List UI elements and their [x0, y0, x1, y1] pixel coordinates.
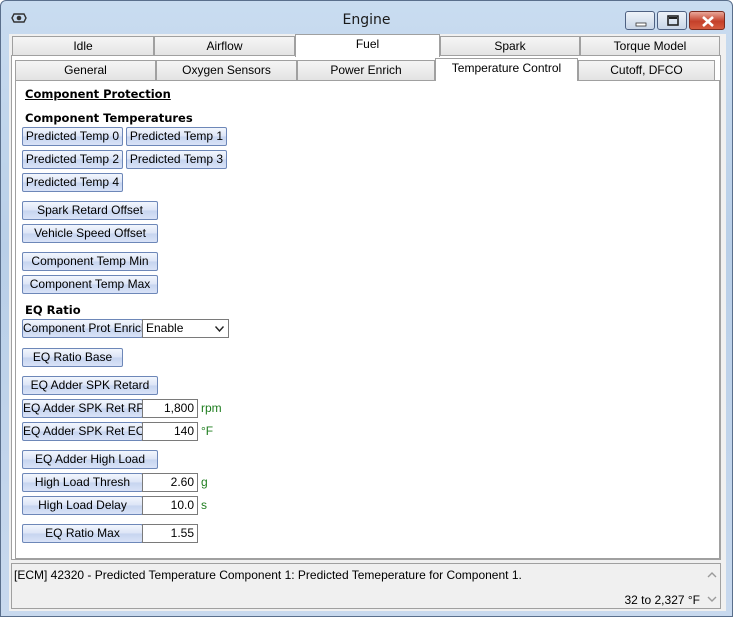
scroll-down-icon[interactable]: [706, 593, 718, 605]
spark-retard-offset-button[interactable]: Spark Retard Offset: [22, 201, 158, 220]
eq-adder-spk-ret-rpm-button[interactable]: EQ Adder SPK Ret RPM: [22, 399, 143, 418]
section-title: Component Protection: [25, 87, 171, 101]
eq-adder-spk-retard-button[interactable]: EQ Adder SPK Retard: [22, 376, 158, 395]
seconds-unit-label: s: [201, 498, 207, 512]
fuel-tab-panel: General Oxygen Sensors Power Enrich Temp…: [11, 55, 721, 560]
minimize-icon: [635, 22, 647, 27]
grams-unit-label: g: [201, 475, 208, 489]
predicted-temp-4-button[interactable]: Predicted Temp 4: [22, 173, 123, 192]
tab-temperature-control[interactable]: Temperature Control: [435, 58, 578, 81]
eq-ratio-max-button[interactable]: EQ Ratio Max: [22, 524, 143, 543]
chevron-down-icon: [215, 326, 224, 332]
tab-torque-model[interactable]: Torque Model: [580, 36, 720, 56]
eq-adder-spk-ret-ect-field[interactable]: 140: [142, 422, 198, 441]
high-load-delay-button[interactable]: High Load Delay: [22, 496, 143, 515]
component-prot-enrich-value: Enable: [146, 321, 184, 335]
eq-adder-spk-ret-rpm-field[interactable]: 1,800: [142, 399, 198, 418]
predicted-temp-3-button[interactable]: Predicted Temp 3: [126, 150, 227, 169]
high-load-thresh-field[interactable]: 2.60: [142, 473, 198, 492]
window-client: Idle Airflow Fuel Spark Torque Model Gen…: [9, 34, 726, 611]
component-temperatures-header: Component Temperatures: [25, 111, 193, 125]
close-icon: [702, 16, 714, 27]
high-load-thresh-button[interactable]: High Load Thresh: [22, 473, 143, 492]
eq-adder-high-load-button[interactable]: EQ Adder High Load: [22, 450, 158, 469]
component-prot-enrich-button[interactable]: Component Prot Enrich: [22, 319, 143, 338]
predicted-temp-0-button[interactable]: Predicted Temp 0: [22, 127, 123, 146]
vehicle-speed-offset-button[interactable]: Vehicle Speed Offset: [22, 224, 158, 243]
tab-fuel[interactable]: Fuel: [295, 34, 440, 57]
fahrenheit-unit-label: °F: [201, 424, 214, 438]
maximize-icon: [667, 15, 679, 26]
title-bar[interactable]: Engine: [1, 1, 732, 33]
predicted-temp-1-button[interactable]: Predicted Temp 1: [126, 127, 227, 146]
tab-airflow[interactable]: Airflow: [154, 36, 295, 56]
eq-ratio-max-field[interactable]: 1.55: [142, 524, 198, 543]
rpm-unit-label: rpm: [201, 401, 222, 415]
tab-general[interactable]: General: [15, 60, 156, 80]
tab-spark[interactable]: Spark: [440, 36, 580, 56]
close-button[interactable]: [689, 11, 725, 30]
component-temp-min-button[interactable]: Component Temp Min: [22, 252, 158, 271]
eq-ratio-header: EQ Ratio: [25, 303, 81, 317]
temperature-control-panel: Component Protection Component Temperatu…: [15, 80, 720, 559]
status-panel: [ECM] 42320 - Predicted Temperature Comp…: [11, 563, 721, 609]
tab-cutoff-dfco[interactable]: Cutoff, DFCO: [578, 60, 715, 80]
minimize-button[interactable]: [625, 11, 655, 30]
predicted-temp-2-button[interactable]: Predicted Temp 2: [22, 150, 123, 169]
tab-oxygen-sensors[interactable]: Oxygen Sensors: [156, 60, 297, 80]
scroll-up-icon[interactable]: [706, 569, 718, 581]
tab-power-enrich[interactable]: Power Enrich: [297, 60, 435, 80]
status-message: [ECM] 42320 - Predicted Temperature Comp…: [14, 568, 522, 582]
engine-window: Engine Idle Airflow Fuel Spark Torque Mo…: [0, 0, 733, 617]
high-load-delay-field[interactable]: 10.0: [142, 496, 198, 515]
eq-ratio-base-button[interactable]: EQ Ratio Base: [22, 348, 123, 367]
window-title: Engine: [342, 12, 391, 28]
maximize-button[interactable]: [657, 11, 687, 30]
status-range: 32 to 2,327 °F: [624, 593, 700, 607]
component-prot-enrich-select[interactable]: Enable: [142, 319, 229, 338]
component-temp-max-button[interactable]: Component Temp Max: [22, 275, 158, 294]
eq-adder-spk-ret-ect-button[interactable]: EQ Adder SPK Ret ECT: [22, 422, 143, 441]
tab-idle[interactable]: Idle: [12, 36, 154, 56]
